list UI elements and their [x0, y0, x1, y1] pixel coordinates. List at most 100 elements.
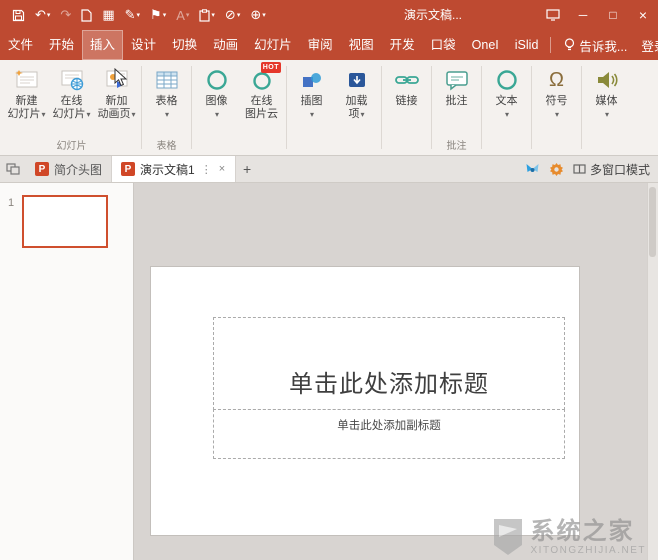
menu-tab-insert[interactable]: 插入 [82, 30, 124, 60]
tab-menu-icon[interactable]: ⋮ [200, 163, 213, 176]
dropdown-arrow-icon: ▾ [41, 110, 46, 119]
menu-tab-onekey[interactable]: OneI [464, 30, 507, 60]
login-button[interactable]: 登录 [636, 30, 658, 60]
menu-tab-design[interactable]: 设计 [123, 30, 164, 60]
subtitle-placeholder-text: 单击此处添加副标题 [337, 420, 441, 432]
ribbon-group-label-comments: 批注 [446, 141, 467, 152]
dropdown-arrow-icon: ▾ [211, 12, 215, 19]
display-icon [546, 9, 560, 21]
paste-icon [199, 8, 211, 22]
save-icon [12, 9, 25, 22]
ribbon-button-label: 媒体 [595, 95, 618, 107]
close-button[interactable]: × [628, 0, 658, 30]
ribbon-button-comment[interactable]: 批注 [434, 62, 479, 140]
maximize-button[interactable]: □ [598, 0, 628, 30]
more-tools-icon: ⊕ [250, 7, 262, 22]
redo-icon: ↷ [60, 7, 72, 22]
menu-tab-pocket[interactable]: 口袋 [423, 30, 464, 60]
pen-icon: ✎ [124, 7, 136, 22]
paste-button[interactable]: ▾ [195, 3, 219, 27]
ribbon-button-media[interactable]: 媒体 ▾ [584, 62, 629, 140]
titlebar: ↶ ▾ ↷ ▦ ✎ ▾ ⚑ ▾ A ▾ ▾ ⊘ ▾ ⊕ ▾ 演示文稿... ─ … [0, 0, 658, 30]
ribbon-button-addins[interactable]: 加载 项▾ [334, 62, 379, 140]
vertical-scrollbar[interactable] [647, 183, 658, 560]
dropdown-arrow-icon: ▾ [309, 110, 314, 119]
ribbon-button-new-slide[interactable]: 新建 幻灯片▾ [4, 62, 49, 140]
ribbon-group-images: 图像 ▾ HOT 在线 图片云 [194, 62, 284, 155]
ribbon-button-textbox[interactable]: 文本 ▾ [484, 62, 529, 140]
textbox-icon [495, 65, 519, 95]
ribbon-group-links: 链接 [384, 62, 429, 155]
ribbon-button-image[interactable]: 图像 ▾ [194, 62, 239, 140]
ribbon-button-symbol[interactable]: Ω 符号 ▾ [534, 62, 579, 140]
ribbon-group-slides: 新建 幻灯片▾ 在线 幻灯片▾ 新加 动画页▾ 幻灯片 [4, 62, 139, 155]
save-button[interactable] [8, 3, 29, 27]
ribbon-button-new-anim-page[interactable]: 新加 动画页▾ [94, 62, 139, 140]
pen-button[interactable]: ✎ ▾ [121, 3, 144, 27]
menu-tab-slideshow[interactable]: 幻灯片 [246, 30, 300, 60]
ribbon-button-label: 批注 [445, 95, 468, 107]
plugin-icon[interactable] [525, 162, 540, 176]
content-area: 1 单击此处添加标题 单击此处添加副标题 系统之家 XITONGZHIJIA.N… [0, 183, 658, 560]
window-controls: ─ □ × [538, 0, 658, 30]
more-tools-button[interactable]: ⊕ ▾ [246, 3, 269, 27]
new-document-icon [81, 8, 92, 22]
multi-window-icon [573, 164, 586, 174]
subtitle-placeholder[interactable]: 单击此处添加副标题 [213, 409, 565, 459]
ribbon-button-label: 图片云 [245, 108, 278, 120]
dropdown-arrow-icon: ▾ [164, 110, 169, 119]
new-anim-page-icon [104, 65, 130, 95]
undo-icon: ↶ [35, 7, 46, 22]
new-tab-button[interactable]: + [236, 156, 258, 182]
new-document-button[interactable] [77, 3, 96, 27]
menu-tab-animations[interactable]: 动画 [205, 30, 246, 60]
ribbon-button-table[interactable]: 表格 ▾ [144, 62, 189, 140]
tell-me-button[interactable]: 告诉我... [559, 30, 632, 60]
ribbon-button-illustration[interactable]: 插图 ▾ [289, 62, 334, 140]
menu-tab-transitions[interactable]: 切换 [164, 30, 205, 60]
dropdown-arrow-icon: ▾ [604, 110, 609, 119]
slide-thumbnail[interactable] [22, 195, 108, 248]
menu-tab-file[interactable]: 文件 [0, 30, 41, 60]
undo-button[interactable]: ↶ ▾ [31, 3, 54, 27]
slide-canvas[interactable]: 单击此处添加标题 单击此处添加副标题 [150, 266, 580, 536]
ribbon-group-label-illustration [289, 140, 379, 155]
ribbon-group-label-media [584, 140, 629, 155]
ribbon-button-online-slides[interactable]: 在线 幻灯片▾ [49, 62, 94, 140]
keyboard-button[interactable]: ▦ [98, 3, 118, 27]
workspace-icon [6, 163, 20, 175]
menu-tab-home[interactable]: 开始 [41, 30, 82, 60]
tab-close-icon[interactable]: × [218, 163, 226, 175]
multi-window-mode-button[interactable]: 多窗口模式 [573, 161, 650, 178]
lightbulb-icon [564, 38, 575, 52]
hot-badge: HOT [260, 62, 281, 73]
ribbon-button-link[interactable]: 链接 [384, 62, 429, 140]
tabbar-right-group: 多窗口模式 [525, 161, 658, 178]
presentation-app-window: ↶ ▾ ↷ ▦ ✎ ▾ ⚑ ▾ A ▾ ▾ ⊘ ▾ ⊕ ▾ 演示文稿... ─ … [0, 0, 658, 560]
minimize-button[interactable]: ─ [568, 0, 598, 30]
document-tab-current[interactable]: P 演示文稿1 ⋮ × [112, 156, 237, 182]
ribbon-group-label-symbols [534, 140, 579, 155]
shapes-button[interactable]: ⊘ ▾ [221, 3, 244, 27]
document-tab-label: 简介头图 [54, 162, 103, 177]
settings-gear-icon[interactable] [549, 162, 564, 177]
menu-tab-islide[interactable]: iSlid [507, 30, 547, 60]
tell-me-label: 告诉我... [579, 39, 628, 54]
menu-tab-view[interactable]: 视图 [341, 30, 382, 60]
ribbon-separator [431, 66, 432, 149]
omega-symbol-icon: Ω [549, 69, 564, 91]
title-placeholder[interactable]: 单击此处添加标题 [213, 317, 565, 410]
document-tab-intro[interactable]: P 简介头图 [26, 156, 113, 182]
ribbon-button-online-gallery[interactable]: HOT 在线 图片云 [239, 62, 284, 140]
menu-tab-review[interactable]: 审阅 [300, 30, 341, 60]
menu-tab-developer[interactable]: 开发 [382, 30, 423, 60]
flag-button[interactable]: ⚑ ▾ [146, 3, 170, 27]
ribbon-group-label-images [194, 140, 284, 155]
display-mode-button[interactable] [538, 0, 568, 30]
workspace-button[interactable] [0, 163, 26, 175]
ribbon-button-label: 新建 [15, 95, 38, 107]
dropdown-arrow-icon: ▾ [360, 110, 365, 119]
redo-button[interactable]: ↷ [56, 3, 75, 27]
scrollbar-thumb[interactable] [649, 187, 656, 257]
font-color-button[interactable]: A ▾ [172, 3, 193, 27]
